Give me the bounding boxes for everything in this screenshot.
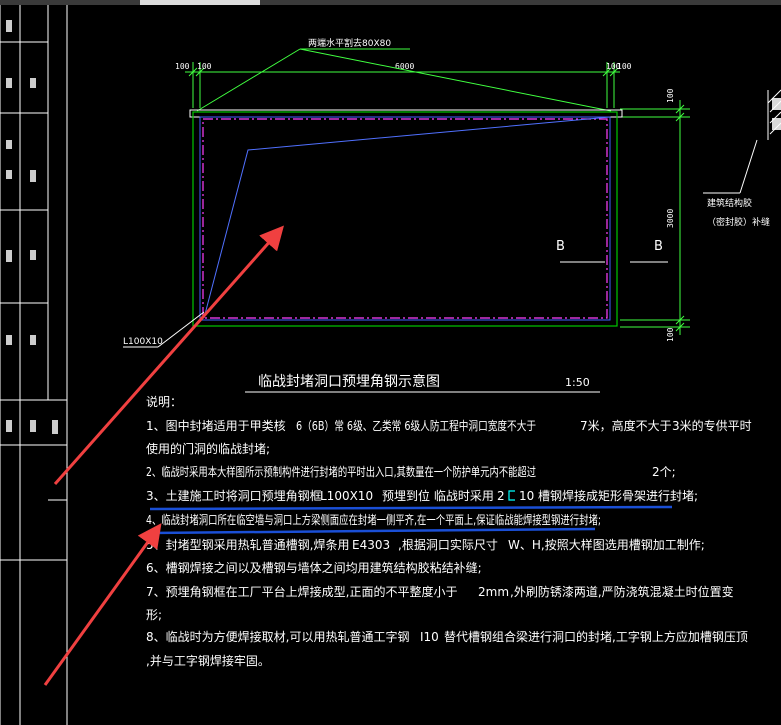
note-1b: 6（6B）常 6级、乙类常 6级人防工程中洞口宽度不大于 <box>296 418 536 433</box>
note-6: 6、槽钢焊接之间以及槽钢与墙体之间均用建筑结构胶粘结补缝; <box>146 560 482 575</box>
dim-right-2: 3000 <box>666 209 675 228</box>
highlight-line-1 <box>149 505 673 511</box>
dim-top-2: 100 <box>197 62 212 71</box>
highlight-line-2 <box>149 527 596 535</box>
wall-note-2: （密封胶）补缝 <box>707 216 770 228</box>
note-2b: 2个; <box>652 465 676 479</box>
note-7d: 形; <box>146 608 162 622</box>
note-4: 4、临战封堵洞口所在临空墙与洞口上方梁侧面应在封堵一侧平齐,在一个平面上,保证临… <box>146 512 601 527</box>
title-block-marks <box>6 20 58 434</box>
dim-top-5: 100 <box>617 62 632 71</box>
note-8a: 8、临战时为方便焊接取材,可以用热轧普通工字钢 <box>146 629 409 644</box>
note-8d: ,并与工字钢焊接牢固。 <box>146 653 270 668</box>
top-beam <box>189 109 623 118</box>
cut-corner-label: 两端水平割去80X80 <box>308 37 391 49</box>
cad-drawing: 100 100 6000 100 100 100 3000 100 两端水平割去… <box>0 0 781 725</box>
wall-hatch-2 <box>772 118 781 130</box>
title-block <box>0 5 68 725</box>
leader-lines <box>196 48 612 112</box>
note-3a: 3、土建施工时将洞口预埋角钢框 <box>146 489 322 503</box>
note-5a: 5、封堵型钢采用热轧普通槽钢,焊条用 <box>146 537 349 552</box>
note-5c: ,根据洞口实际尺寸 <box>398 537 498 552</box>
note-1e: 使用的门洞的临战封堵; <box>146 441 270 456</box>
channel-symbol <box>508 490 515 501</box>
toolbar-strip <box>0 0 781 5</box>
note-7c: ,外刷防锈漆两道,严防浇筑混凝土时位置变 <box>510 584 734 599</box>
note-1d: 3米的专供平时 <box>672 418 752 433</box>
note-7b: 2mm <box>478 585 509 599</box>
angle-frame <box>192 111 618 327</box>
annotation-arrow-2 <box>43 523 162 686</box>
note-3b: L100X10 <box>320 489 373 503</box>
toolbar-tab[interactable] <box>140 0 260 5</box>
wall-detail <box>703 89 781 194</box>
note-1a: 1、图中封堵适用于甲类核 <box>146 418 286 433</box>
note-7a: 7、预埋角钢框在工厂平台上焊接成型,正面的不平整度小于 <box>146 584 457 599</box>
drawing-scale: 1:50 <box>565 376 590 389</box>
note-3d: 2 <box>497 489 505 503</box>
drawing-title: 临战封堵洞口预埋角钢示意图 <box>258 373 440 390</box>
note-3f: 槽钢焊接成矩形骨架进行封堵; <box>538 488 698 503</box>
angle-label: L100X10 <box>123 337 163 347</box>
notes-heading: 说明： <box>146 394 182 409</box>
note-3c: 预埋到位 临战时采用 <box>382 488 494 503</box>
note-5b: E4303 <box>352 538 390 552</box>
dim-right-1: 100 <box>666 88 675 103</box>
section-label-right: B <box>654 239 663 254</box>
dimension-right <box>620 100 690 335</box>
note-2a: 2、临战时采用本大样图所示预制构件进行封堵的平时出入口,其数量在一个防护单元内不… <box>146 464 536 479</box>
dim-top-1: 100 <box>175 62 190 71</box>
opening-outline <box>199 116 611 321</box>
note-1c: 7米，高度不大于 <box>580 418 672 433</box>
wall-note-1: 建筑结构胶 <box>707 197 752 209</box>
section-label-left: B <box>556 239 565 254</box>
note-8b: I10 <box>420 630 439 644</box>
diagonal-rib <box>203 116 611 319</box>
note-5d: W、H,按照大样图选用槽钢加工制作; <box>508 537 705 552</box>
note-8c: 替代槽钢组合梁进行洞口的封堵,工字钢上方应加槽钢压顶 <box>444 629 748 644</box>
wall-hatch-1 <box>772 98 781 110</box>
note-3e: 10 <box>519 489 534 503</box>
dim-right-3: 100 <box>666 327 675 342</box>
